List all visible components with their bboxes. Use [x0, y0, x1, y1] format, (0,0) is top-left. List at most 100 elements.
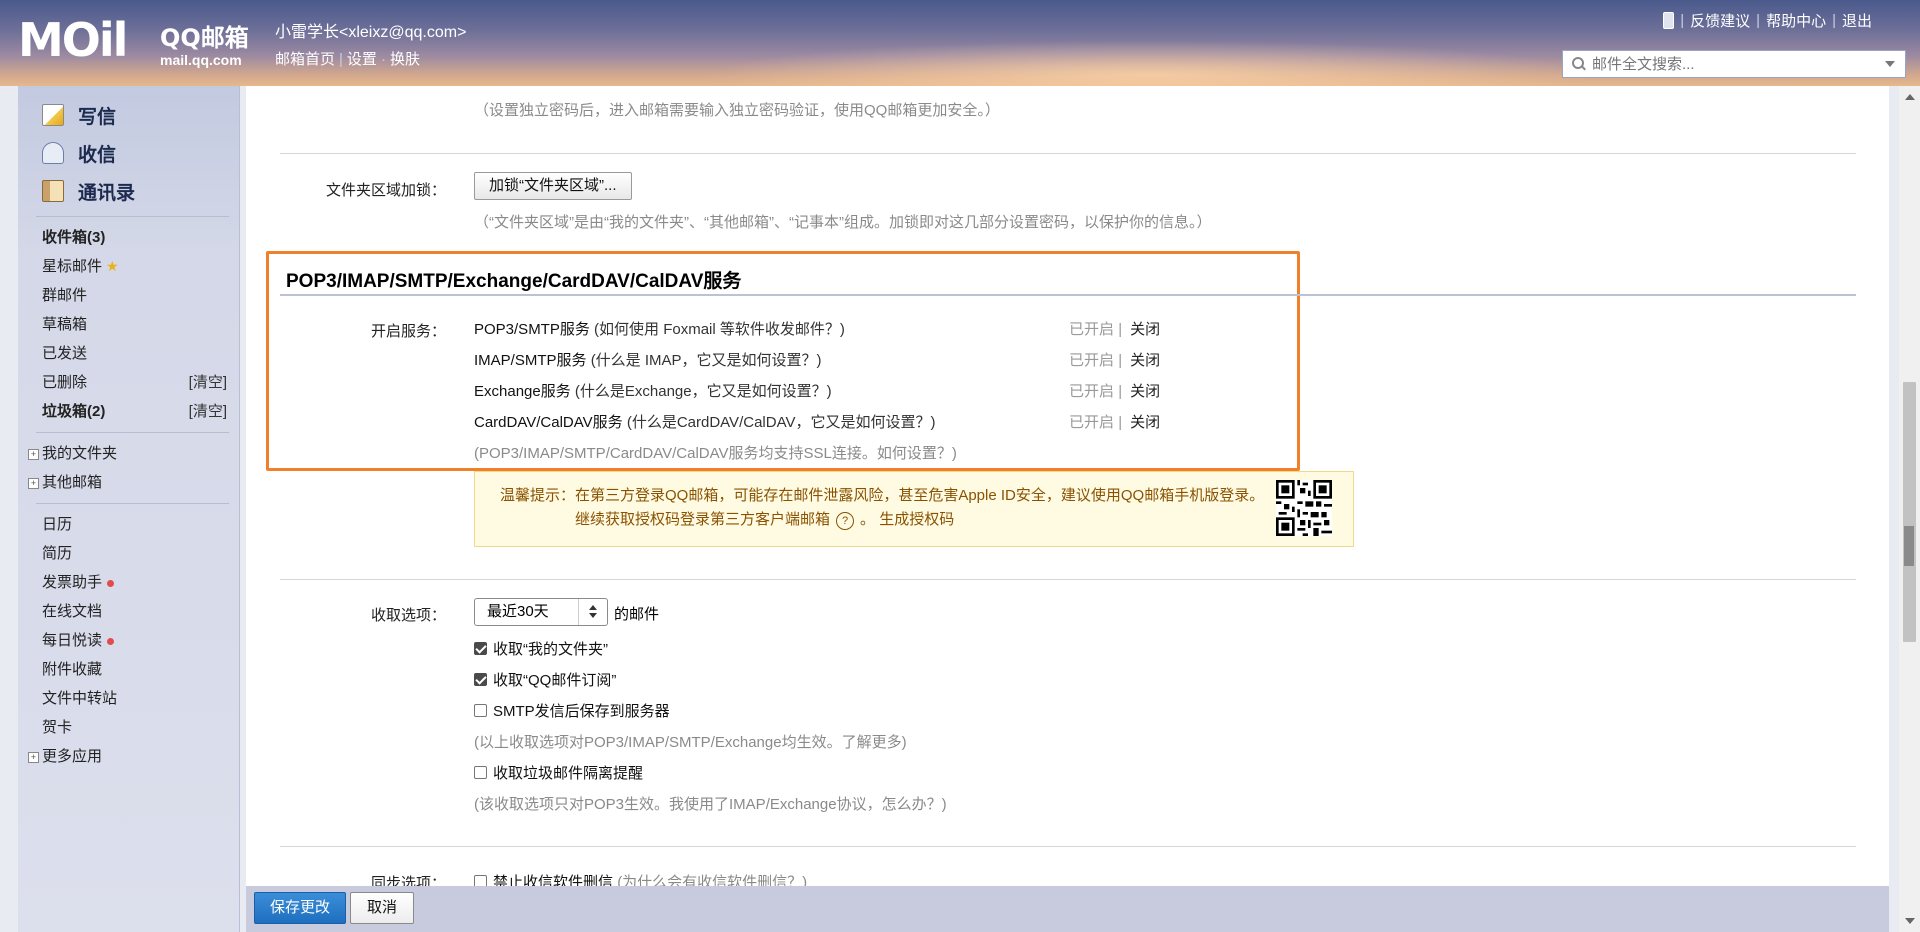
close-service-link[interactable]: 关闭	[1130, 383, 1160, 400]
sidebar-item-more-apps[interactable]: + 更多应用	[18, 742, 239, 771]
vertical-scrollbar[interactable]	[1899, 86, 1920, 932]
save-changes-button[interactable]: 保存更改	[254, 892, 346, 924]
fetch-hint-link[interactable]: (以上收取选项对POP3/IMAP/SMTP/Exchange均生效。了解更多)	[474, 731, 907, 752]
sidebar-item-spam[interactable]: 垃圾箱(2) [清空]	[18, 397, 239, 426]
close-service-link[interactable]: 关闭	[1130, 321, 1160, 338]
checkbox-unchecked[interactable]	[474, 704, 487, 717]
top-header: MOil QQ邮箱 mail.qq.com 小雷学长<xleixz@qq.com…	[0, 0, 1920, 86]
option-label: SMTP发信后保存到服务器	[493, 703, 670, 720]
sync-help-link[interactable]: (为什么会有收信软件删信？)	[617, 871, 807, 886]
sidebar-item-starred[interactable]: 星标邮件 ★	[18, 252, 239, 281]
cards-label: 贺卡	[42, 719, 73, 736]
sidebar-item-other-mailboxes[interactable]: + 其他邮箱	[18, 468, 239, 497]
close-service-link[interactable]: 关闭	[1130, 414, 1160, 431]
service-help-link[interactable]: (什么是 IMAP，它又是如何设置？)	[591, 352, 822, 369]
service-help-link[interactable]: (什么是Exchange，它又是如何设置？)	[575, 383, 832, 400]
close-service-link[interactable]: 关闭	[1130, 352, 1160, 369]
expand-plus-icon[interactable]: +	[28, 477, 39, 489]
password-hint: （设置独立密码后，进入邮箱需要输入独立密码验证，使用QQ邮箱更加安全。）	[474, 102, 1000, 119]
pop3-hint-link[interactable]: (该收取选项只对POP3生效。我使用了IMAP/Exchange协议，怎么办？)	[474, 793, 947, 814]
search-input[interactable]	[1590, 54, 1885, 74]
scrollbar-grip[interactable]	[1904, 526, 1914, 566]
service-name: CardDAV/CalDAV服务	[474, 414, 623, 431]
sidebar-item-sent[interactable]: 已发送	[18, 339, 239, 368]
section-underline	[280, 294, 1856, 296]
services-label: 开启服务：	[370, 323, 446, 340]
service-status-pop3: 已开启 | 关闭	[1069, 318, 1160, 339]
checkbox-checked[interactable]	[474, 642, 487, 655]
qr-code-icon[interactable]	[1276, 480, 1332, 536]
checkbox-unchecked[interactable]	[474, 875, 487, 886]
red-dot-badge	[107, 637, 115, 645]
sidebar-item-resume[interactable]: 简历	[18, 539, 239, 568]
folder-lock-label: 文件夹区域加锁：	[325, 182, 446, 199]
mail-home-link[interactable]: 邮箱首页	[275, 51, 335, 68]
scrollbar-thumb[interactable]	[1903, 382, 1916, 642]
status-text: 已开启	[1069, 352, 1115, 369]
service-name: Exchange服务	[474, 383, 571, 400]
checkbox-checked[interactable]	[474, 673, 487, 686]
top-right-links: | 反馈建议 | 帮助中心 | 退出	[1663, 10, 1872, 31]
help-center-link[interactable]: 帮助中心	[1766, 10, 1826, 31]
option-fetch-my-folders[interactable]: 收取“我的文件夹”	[474, 638, 608, 659]
logout-link[interactable]: 退出	[1842, 10, 1872, 31]
lock-folder-area-button[interactable]: 加锁“文件夹区域”...	[474, 172, 632, 200]
mobile-phone-icon[interactable]	[1663, 12, 1675, 29]
scroll-down-arrow-icon[interactable]	[1905, 918, 1915, 924]
option-save-smtp-sent[interactable]: SMTP发信后保存到服务器	[474, 700, 670, 721]
contacts-button[interactable]: 通讯录	[18, 172, 239, 210]
sidebar-item-attachments[interactable]: 附件收藏	[18, 655, 239, 684]
fetch-range-suffix: 的邮件	[614, 606, 660, 623]
group-mail-label: 群邮件	[42, 287, 88, 304]
option-fetch-subscriptions[interactable]: 收取“QQ邮件订阅”	[474, 669, 616, 690]
sidebar-item-cards[interactable]: 贺卡	[18, 713, 239, 742]
select-spinner-icon[interactable]	[578, 599, 607, 625]
sidebar-item-deleted[interactable]: 已删除 [清空]	[18, 368, 239, 397]
option-label: 收取垃圾邮件隔离提醒	[493, 765, 644, 782]
skin-link[interactable]: 换肤	[390, 51, 420, 68]
option-prevent-client-delete[interactable]: 禁止收信软件删信 (为什么会有收信软件删信？)	[474, 871, 807, 886]
service-help-link[interactable]: (什么是CardDAV/CalDAV，它又是如何设置？)	[627, 414, 936, 431]
receive-button[interactable]: 收信	[18, 134, 239, 172]
option-spam-reminder[interactable]: 收取垃圾邮件隔离提醒	[474, 762, 643, 783]
compose-button[interactable]: 写信	[18, 96, 239, 134]
scroll-up-arrow-icon[interactable]	[1905, 94, 1915, 100]
service-status-exchange: 已开启 | 关闭	[1069, 380, 1160, 401]
sidebar-item-drafts[interactable]: 草稿箱	[18, 310, 239, 339]
empty-spam-link[interactable]: [清空]	[189, 397, 227, 426]
drafts-label: 草稿箱	[42, 316, 88, 333]
my-folders-label: 我的文件夹	[42, 445, 118, 462]
logo-mail-text: MOil	[18, 13, 128, 67]
status-text: 已开启	[1069, 321, 1115, 338]
feedback-link[interactable]: 反馈建议	[1690, 10, 1750, 31]
sidebar-item-group-mail[interactable]: 群邮件	[18, 281, 239, 310]
sidebar-item-online-docs[interactable]: 在线文档	[18, 597, 239, 626]
option-label: 禁止收信软件删信	[493, 874, 614, 886]
expand-plus-icon[interactable]: +	[28, 448, 39, 460]
service-help-link[interactable]: (如何使用 Foxmail 等软件收发邮件？)	[594, 321, 845, 338]
warm-tip-box: 温馨提示：在第三方登录QQ邮箱，可能存在邮件泄露风险，甚至危害Apple ID安…	[474, 471, 1354, 547]
logo-domain: mail.qq.com	[160, 52, 242, 68]
sidebar-item-invoice[interactable]: 发票助手	[18, 568, 239, 597]
sidebar-item-daily-reading[interactable]: 每日悦读	[18, 626, 239, 655]
section-divider	[280, 846, 1856, 847]
sidebar-item-calendar[interactable]: 日历	[18, 510, 239, 539]
search-box[interactable]	[1562, 50, 1906, 78]
header-sunset-glow	[700, 40, 1600, 86]
sidebar-item-inbox[interactable]: 收件箱(3)	[18, 223, 239, 252]
checkbox-unchecked[interactable]	[474, 766, 487, 779]
settings-link[interactable]: 设置	[347, 51, 377, 68]
empty-deleted-link[interactable]: [清空]	[189, 368, 227, 397]
sidebar-item-my-folders[interactable]: + 我的文件夹	[18, 439, 239, 468]
generate-auth-code-link[interactable]: 生成授权码	[879, 511, 954, 528]
starred-label: 星标邮件	[42, 258, 103, 275]
ssl-hint-link[interactable]: (POP3/IMAP/SMTP/CardDAV/CalDAV服务均支持SSL连接…	[474, 442, 957, 463]
red-dot-badge	[107, 579, 115, 587]
question-mark-icon[interactable]: ?	[836, 512, 855, 530]
fetch-range-select[interactable]: 最近30天	[474, 598, 608, 626]
search-dropdown-arrow-icon[interactable]	[1885, 61, 1895, 67]
expand-plus-icon[interactable]: +	[28, 751, 39, 763]
sent-label: 已发送	[42, 345, 88, 362]
cancel-button[interactable]: 取消	[350, 892, 414, 924]
sidebar-item-file-transfer[interactable]: 文件中转站	[18, 684, 239, 713]
